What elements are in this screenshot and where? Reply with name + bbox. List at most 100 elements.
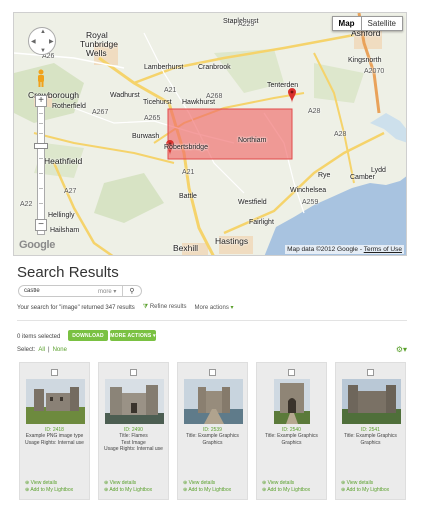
map-road-label: A28 — [308, 108, 321, 115]
map-place-label: Fairlight — [249, 219, 274, 226]
pan-control[interactable]: ▲ ▼ ◀ ▶ — [28, 27, 56, 55]
search-input[interactable] — [24, 288, 94, 294]
result-card[interactable]: ID: 2418 Example PNG image type Usage Rig… — [19, 362, 90, 500]
map-marker-icon — [288, 88, 296, 103]
arrow-right-icon[interactable]: ▶ — [49, 38, 54, 45]
filter-icon: ⧩ — [142, 304, 149, 310]
result-checkbox[interactable] — [367, 369, 374, 376]
view-details-link[interactable]: ⊕ View details — [25, 480, 57, 486]
arrow-down-icon[interactable]: ▼ — [40, 48, 46, 54]
result-thumbnail[interactable] — [105, 379, 164, 424]
map-place-label: Lamberhurst — [144, 64, 184, 71]
add-to-lightbox-link[interactable]: ⊕ Add to My Lightbox — [341, 487, 389, 493]
map-road-label: A265 — [144, 115, 161, 122]
result-card[interactable]: ID: 2540 Title: Example Graphics Graphics… — [256, 362, 327, 500]
search-box: more ▾ ⚲ — [18, 285, 142, 297]
zoom-slider-track[interactable] — [37, 95, 45, 235]
result-thumbnail[interactable] — [274, 379, 310, 424]
map-place-label: Winchelsea — [290, 187, 327, 194]
add-to-lightbox-link[interactable]: ⊕ Add to My Lightbox — [183, 487, 231, 493]
result-checkbox[interactable] — [288, 369, 295, 376]
map-road-label: A2070 — [364, 68, 385, 75]
map-place-label: Ticehurst — [143, 99, 172, 106]
map-place-label: Camber — [350, 174, 375, 181]
map-place-label: Hastings — [215, 236, 249, 246]
terms-of-use-link[interactable]: Terms of Use — [364, 246, 402, 253]
arrow-left-icon[interactable]: ◀ — [31, 38, 36, 45]
map-type-map-button[interactable]: Map — [331, 16, 362, 31]
map-road-label: A21 — [182, 169, 195, 176]
map-type-satellite-button[interactable]: Satellite — [361, 16, 403, 31]
map-type-control[interactable]: Map Satellite — [331, 16, 403, 31]
divider — [17, 320, 407, 321]
map-road-label: A28 — [334, 131, 347, 138]
result-title: Title: Example Graphics Graphics — [344, 433, 397, 446]
result-checkbox[interactable] — [130, 369, 137, 376]
add-to-lightbox-link[interactable]: ⊕ Add to My Lightbox — [25, 487, 73, 493]
map-place-label: Battle — [179, 193, 197, 200]
result-title: Title: Example Graphics Graphics — [265, 433, 318, 446]
view-details-link[interactable]: ⊕ View details — [262, 480, 294, 486]
zoom-out-icon[interactable]: − — [35, 219, 47, 231]
items-selected-count: 0 items selected — [17, 334, 61, 340]
result-title: Example PNG image type Usage Rights: Inte… — [25, 433, 84, 446]
map-road-label: A22 — [20, 201, 33, 208]
map-place-label: Tenterden — [267, 82, 299, 89]
view-details-link[interactable]: ⊕ View details — [341, 480, 373, 486]
page-title: Search Results — [17, 264, 119, 281]
map-attribution: Map data ©2012 Google - Terms of Use — [285, 245, 404, 254]
arrow-up-icon[interactable]: ▲ — [40, 29, 46, 35]
map-place-label: Hailsham — [50, 227, 80, 234]
zoom-slider-handle[interactable] — [34, 143, 48, 149]
download-button[interactable]: DOWNLOAD — [68, 330, 108, 341]
refine-results-link[interactable]: ⧩ Refine results — [143, 304, 187, 311]
map-place-label: Bexhill — [173, 243, 199, 253]
result-checkbox[interactable] — [209, 369, 216, 376]
zoom-in-icon[interactable]: + — [35, 95, 47, 107]
select-none-link[interactable]: None — [53, 347, 67, 353]
map[interactable]: Royal Tunbridge Wells Crowborough Rother… — [13, 12, 407, 256]
view-details-link[interactable]: ⊕ View details — [104, 480, 136, 486]
google-logo: Google — [19, 239, 56, 251]
result-thumbnail[interactable] — [26, 379, 85, 424]
result-checkbox[interactable] — [51, 369, 58, 376]
pegman-icon[interactable] — [36, 69, 46, 87]
more-actions-link[interactable]: More actions ▾ — [195, 304, 234, 311]
more-actions-button[interactable]: MORE ACTIONS ▾ — [110, 330, 156, 341]
result-thumbnail[interactable] — [342, 379, 401, 424]
select-all-link[interactable]: All — [38, 347, 45, 353]
map-place-label: Hellingly — [48, 212, 75, 219]
view-details-link[interactable]: ⊕ View details — [183, 480, 215, 486]
results-grid: ID: 2418 Example PNG image type Usage Rig… — [19, 362, 406, 500]
map-place-label: Rotherfield — [52, 103, 86, 110]
map-road-label: A27 — [64, 188, 77, 195]
selection-rectangle — [167, 108, 293, 160]
search-more-toggle[interactable]: more ▾ — [98, 288, 116, 295]
search-icon[interactable]: ⚲ — [129, 287, 134, 295]
map-place-label: Westfield — [238, 199, 267, 206]
gear-icon[interactable]: ⚙▾ — [396, 345, 407, 354]
map-place-label: Northiam — [238, 137, 267, 144]
map-road-label: A21 — [164, 87, 177, 94]
result-title: Title: Flames Test Image Usage Rights: Int… — [104, 433, 163, 452]
map-place-label: Heathfield — [44, 156, 83, 166]
map-place-label: Wells — [86, 48, 107, 58]
map-road-label: A267 — [92, 109, 109, 116]
add-to-lightbox-link[interactable]: ⊕ Add to My Lightbox — [262, 487, 310, 493]
map-road-label: A229 — [238, 21, 255, 28]
map-place-label: Rye — [318, 172, 331, 179]
search-summary: Your search for "image" returned 347 res… — [17, 304, 234, 311]
result-card[interactable]: ID: 2490 Title: Flames Test Image Usage Ri… — [98, 362, 169, 500]
result-card[interactable]: ID: 2539 Title: Example Graphics Graphics… — [177, 362, 248, 500]
map-place-label: Robertsbridge — [164, 144, 208, 151]
chevron-down-icon: ▾ — [230, 305, 234, 311]
map-place-label: Wadhurst — [110, 92, 140, 99]
result-thumbnail[interactable] — [184, 379, 243, 424]
map-place-label: Cranbrook — [198, 64, 231, 71]
add-to-lightbox-link[interactable]: ⊕ Add to My Lightbox — [104, 487, 152, 493]
map-place-label: Hawkhurst — [182, 99, 216, 106]
map-place-label: Kingsnorth — [348, 57, 382, 64]
map-place-label: Burwash — [132, 133, 160, 140]
result-card[interactable]: ID: 2541 Title: Example Graphics Graphics… — [335, 362, 406, 500]
map-place-label: Lydd — [371, 167, 386, 174]
